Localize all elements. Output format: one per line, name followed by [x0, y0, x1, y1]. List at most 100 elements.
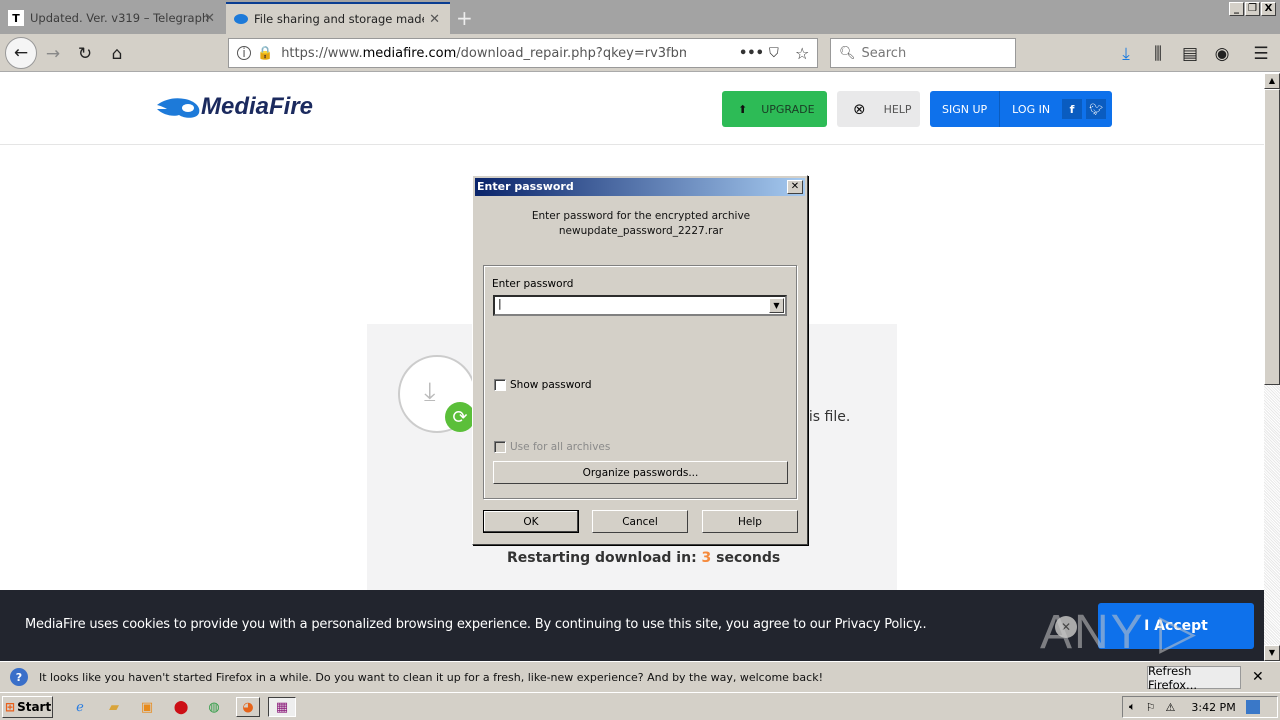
sidebar-button[interactable]: ▤	[1177, 41, 1203, 67]
windows-logo-icon: ⊞	[5, 700, 16, 714]
window-close-button[interactable]: X	[1261, 2, 1276, 16]
winrar-taskbar-icon[interactable]: ▦	[268, 697, 296, 717]
url-domain: mediafire.com	[362, 45, 457, 61]
pocket-icon[interactable]: ⛉	[769, 46, 779, 61]
library-icon: ⫼	[1154, 44, 1162, 64]
media-player-icon[interactable]: ▣	[137, 697, 157, 717]
show-password-checkbox[interactable]	[494, 379, 506, 391]
sidebar-icon: ▤	[1181, 44, 1199, 64]
download-icon: ⤓	[1122, 44, 1130, 64]
new-tab-button[interactable]: +	[456, 6, 473, 30]
internet-explorer-icon[interactable]: ℯ	[70, 697, 90, 717]
library-button[interactable]: ⫼	[1145, 41, 1171, 67]
lifebuoy-icon: ⊗	[853, 100, 866, 118]
scroll-thumb[interactable]	[1264, 89, 1280, 385]
enter-password-dialog: Enter password ✕ Enter password for the …	[472, 175, 808, 545]
home-button[interactable]: ⌂	[104, 41, 130, 67]
twitter-icon[interactable]: 🐦︎	[1086, 99, 1107, 119]
help-button[interactable]: ⊗ HELP	[837, 91, 920, 127]
archive-filename: newupdate_password_2227.rar	[558, 225, 724, 237]
refresh-badge-icon: ⟳	[445, 402, 475, 432]
cookie-text: MediaFire uses cookies to provide you wi…	[25, 617, 927, 632]
restore-button[interactable]: ❐	[1245, 2, 1260, 16]
help-dialog-button[interactable]: Help	[702, 510, 798, 533]
use-for-all-label: Use for all archives	[510, 441, 611, 453]
upgrade-icon: ⬆	[738, 102, 748, 116]
url-prefix: https://www.	[281, 45, 363, 61]
use-for-all-checkbox[interactable]	[494, 441, 506, 453]
reload-button[interactable]: ↻	[72, 41, 98, 67]
help-label: HELP	[883, 102, 912, 116]
auth-buttons: SIGN UP LOG IN f 🐦︎	[930, 91, 1112, 127]
dialog-title: Enter password	[477, 180, 574, 193]
close-tab-icon[interactable]: ✕	[204, 11, 215, 26]
mediafire-logo[interactable]: MediaFire	[155, 93, 313, 121]
facebook-icon[interactable]: f	[1062, 99, 1083, 119]
action-center-flag-icon[interactable]: ⚐	[1146, 701, 1156, 714]
clock[interactable]: 3:42 PM	[1191, 701, 1235, 714]
refresh-firefox-button[interactable]: Refresh Firefox...	[1147, 664, 1241, 692]
search-icon: 🔍︎	[839, 45, 856, 61]
password-dropdown-button[interactable]: ▼	[769, 298, 784, 313]
mediafire-flame-icon	[157, 98, 200, 118]
info-icon[interactable]: i	[237, 46, 251, 60]
file-explorer-icon[interactable]: ▰	[104, 697, 124, 717]
upgrade-label: UPGRADE	[761, 102, 815, 116]
chrome-icon[interactable]: ◍	[204, 697, 224, 717]
cancel-button[interactable]: Cancel	[592, 510, 688, 533]
scroll-up-button[interactable]: ▲	[1264, 73, 1280, 89]
signup-button[interactable]: SIGN UP	[930, 91, 1001, 127]
forward-button[interactable]: →	[40, 41, 66, 67]
url-path: /download_repair.php?qkey=rv3fbm7b6i3cjl…	[456, 45, 687, 61]
upgrade-button[interactable]: ⬆ UPGRADE	[722, 91, 827, 127]
bookmark-star-icon[interactable]: ☆	[795, 44, 809, 63]
show-password-label[interactable]: Show password	[510, 379, 592, 391]
restart-seconds: 3	[701, 550, 712, 566]
url-bar[interactable]: i 🔒 https://www. mediafire.com/download_r…	[228, 38, 818, 68]
password-input[interactable]: | ▼	[493, 295, 787, 316]
scroll-down-button[interactable]: ▼	[1264, 645, 1280, 661]
network-warning-icon[interactable]: ⚠	[1165, 701, 1175, 714]
account-button[interactable]: ◉	[1209, 41, 1235, 67]
restart-suffix: seconds	[716, 550, 781, 566]
forward-arrow-icon: →	[45, 44, 61, 64]
login-button[interactable]: LOG IN	[1000, 103, 1062, 116]
vertical-scrollbar[interactable]: ▲ ▼	[1264, 73, 1280, 661]
download-arrow-icon: ⤓	[424, 377, 436, 407]
ok-button[interactable]: OK	[483, 510, 579, 533]
minimize-button[interactable]: _	[1229, 2, 1244, 16]
dialog-titlebar[interactable]: Enter password ✕	[475, 178, 805, 196]
home-icon: ⌂	[111, 44, 123, 64]
close-tab-icon[interactable]: ✕	[429, 12, 440, 27]
tab-label: Updated. Ver. v319 – Telegraph	[30, 11, 210, 25]
tab-telegraph[interactable]: T Updated. Ver. v319 – Telegraph ✕	[0, 2, 225, 34]
firefox-notification-bar: ? It looks like you haven't started Fire…	[0, 661, 1280, 692]
dialog-message-line1: Enter password for the encrypted archive	[531, 210, 751, 222]
notification-text: It looks like you haven't started Firefo…	[39, 671, 823, 684]
start-button[interactable]: ⊞ Start	[2, 696, 53, 718]
close-notification-icon[interactable]: ✕	[1252, 669, 1264, 685]
volume-icon[interactable]: 🔈︎	[1129, 700, 1136, 714]
start-label: Start	[17, 700, 52, 714]
site-header: MediaFire ⬆ UPGRADE ⊗ HELP SIGN UP LOG I…	[0, 73, 1264, 145]
show-desktop-icon[interactable]	[1245, 700, 1260, 714]
search-bar[interactable]: 🔍︎ Search	[830, 38, 1016, 68]
downloads-button[interactable]: ⤓	[1113, 41, 1139, 67]
menu-button[interactable]: ☰	[1248, 41, 1274, 67]
opera-icon[interactable]: ⬤	[171, 697, 191, 717]
taskbar: ⊞ Start ℯ ▰ ▣ ⬤ ◍ ◕ ▦ 🔈︎ ⚐ ⚠ 3:42 PM	[0, 692, 1280, 720]
tab-mediafire[interactable]: File sharing and storage made simp ✕	[226, 2, 450, 34]
firefox-taskbar-icon[interactable]: ◕	[236, 697, 260, 717]
hamburger-menu-icon: ☰	[1253, 44, 1269, 64]
restart-countdown: Restarting download in: 3 seconds	[507, 550, 780, 566]
question-icon: ?	[10, 668, 28, 686]
page-actions-icon[interactable]: •••	[739, 46, 764, 61]
back-arrow-icon: ←	[13, 43, 29, 63]
reload-icon: ↻	[77, 44, 93, 64]
dialog-close-button[interactable]: ✕	[787, 180, 803, 194]
mediafire-favicon-icon	[234, 14, 248, 24]
password-value: |	[498, 297, 502, 310]
back-button[interactable]: ←	[5, 37, 37, 69]
organize-passwords-button[interactable]: Organize passwords...	[493, 461, 788, 484]
password-label: Enter password	[492, 278, 574, 290]
